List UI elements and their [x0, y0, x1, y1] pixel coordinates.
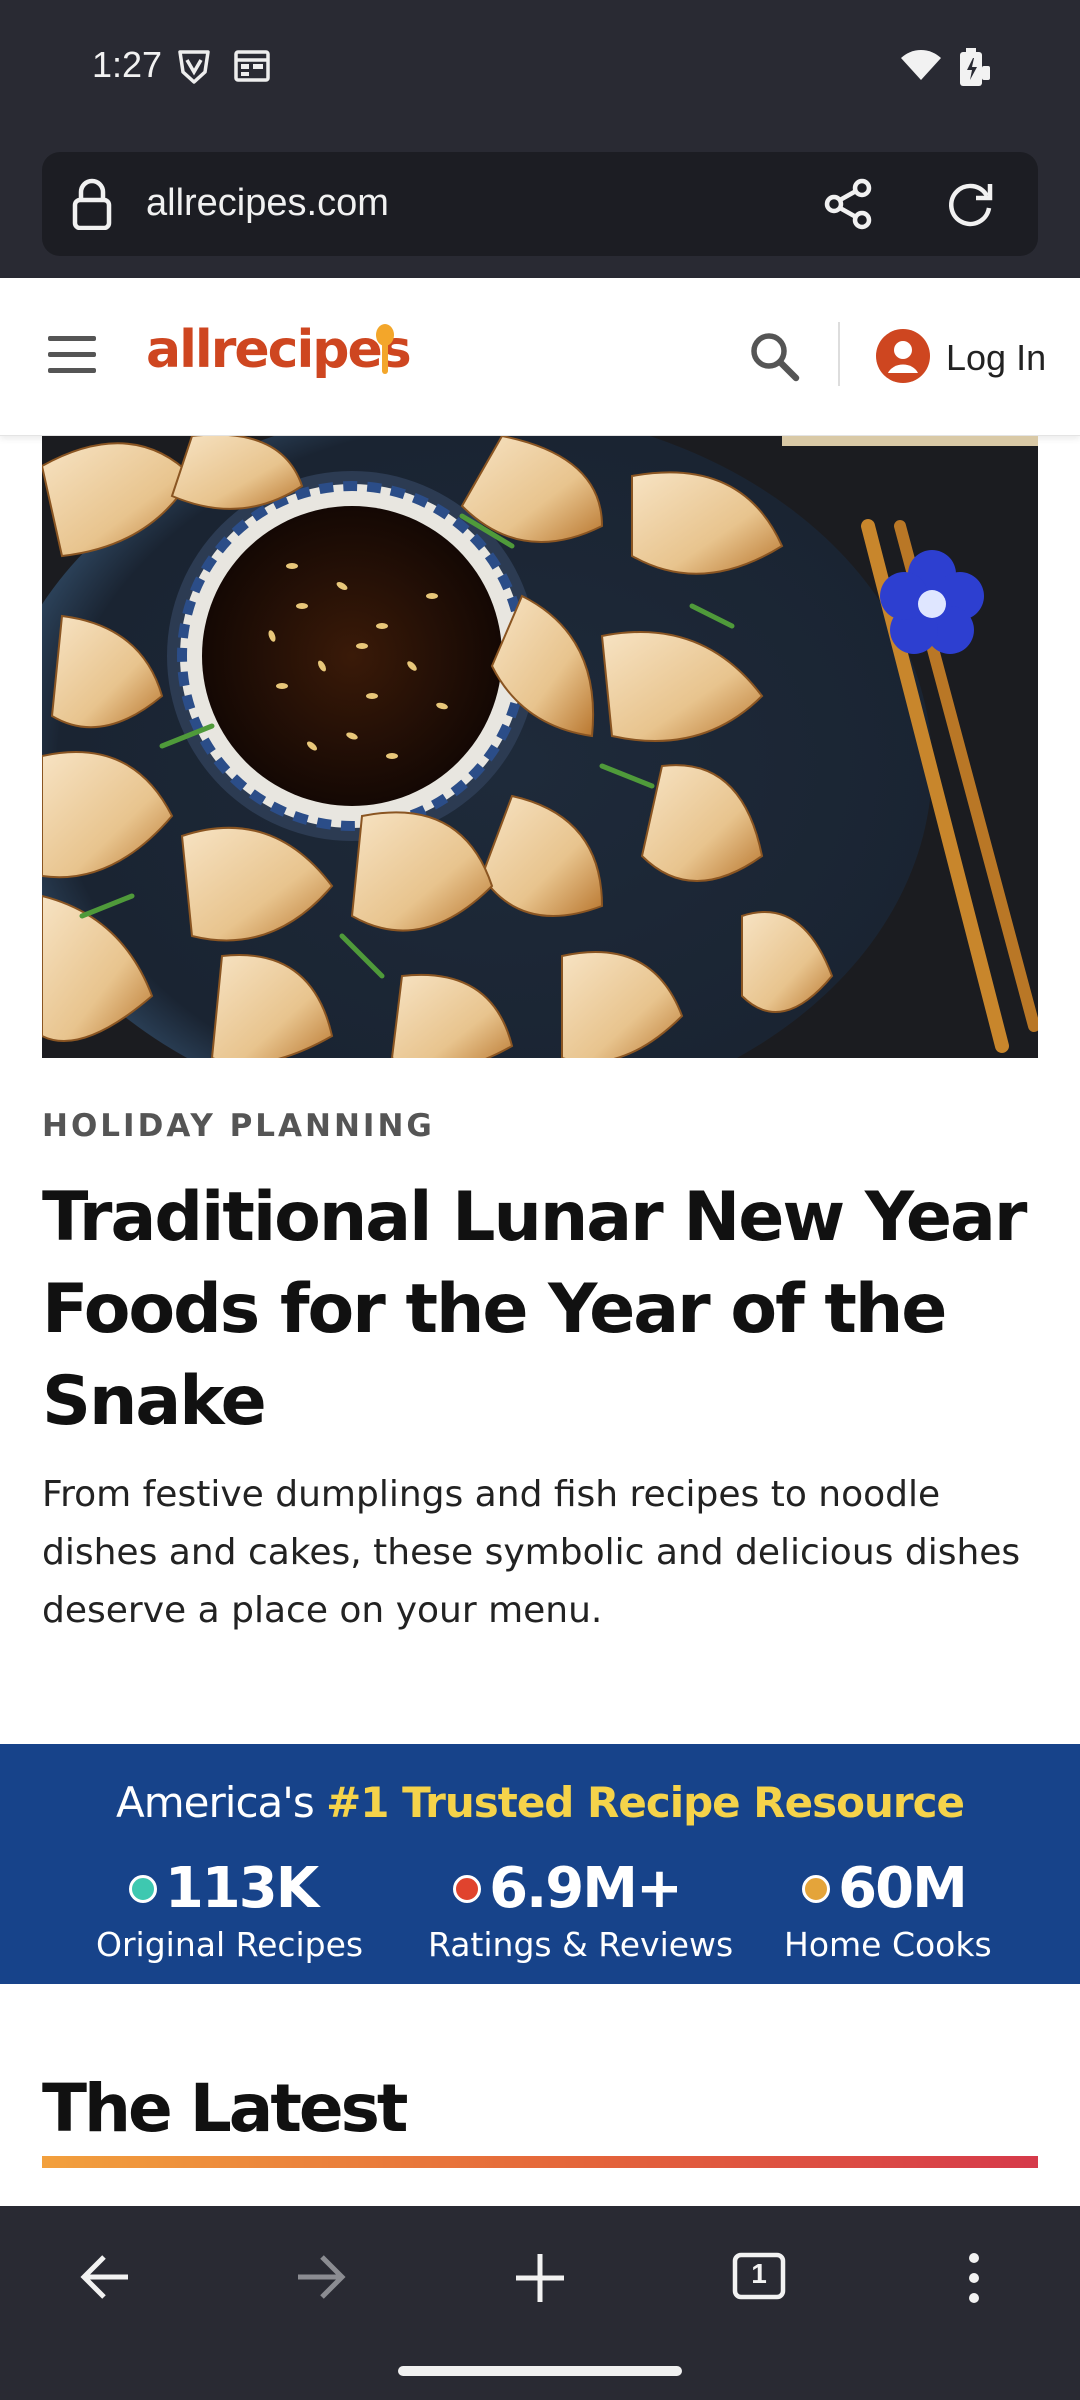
- vpn-shield-icon: [176, 48, 212, 90]
- browser-bottom-nav: 1: [0, 2206, 1080, 2400]
- search-icon[interactable]: [748, 330, 800, 386]
- article-headline[interactable]: Traditional Lunar New Year Foods for the…: [42, 1172, 1042, 1448]
- calendar-icon: [234, 48, 270, 86]
- status-time: 1:27: [92, 44, 163, 85]
- stat-dot-icon: [453, 1874, 482, 1903]
- back-arrow-icon[interactable]: [78, 2252, 132, 2306]
- menu-icon[interactable]: [48, 336, 98, 376]
- new-tab-icon[interactable]: [514, 2252, 566, 2308]
- reload-icon[interactable]: [944, 178, 996, 234]
- stat-label: Ratings & Reviews: [428, 1925, 734, 1964]
- trust-banner: America's #1 Trusted Recipe Resource 113…: [0, 1744, 1080, 1984]
- tab-switcher-icon[interactable]: 1: [732, 2252, 786, 2304]
- logo-spoon-icon: [374, 324, 396, 380]
- stat-dot-icon: [128, 1874, 157, 1903]
- wifi-icon: [900, 48, 942, 86]
- stat-value: 113K: [164, 1856, 319, 1921]
- url-text[interactable]: allrecipes.com: [146, 182, 389, 225]
- tab-count: 1: [751, 2258, 767, 2289]
- home-indicator[interactable]: [398, 2366, 682, 2376]
- stat-dot-icon: [802, 1874, 831, 1903]
- login-label: Log In: [946, 337, 1047, 378]
- status-bar: 1:27: [0, 0, 1080, 138]
- stat-label: Original Recipes: [96, 1925, 364, 1964]
- article-dek: From festive dumplings and fish recipes …: [42, 1474, 1021, 1631]
- login-button[interactable]: Log In: [876, 328, 1046, 388]
- stat-value: 6.9M+: [489, 1856, 683, 1921]
- article-kicker[interactable]: HOLIDAY PLANNING: [42, 1108, 435, 1144]
- lock-icon[interactable]: [72, 178, 112, 234]
- user-icon: [876, 329, 930, 387]
- section-underline: [42, 2156, 1038, 2168]
- stat-ratings-reviews: 6.9M+ Ratings & Reviews: [428, 1856, 734, 1964]
- trust-title: America's #1 Trusted Recipe Resource: [0, 1778, 1080, 1827]
- site-logo[interactable]: allrecipes: [146, 320, 412, 380]
- stat-original-recipes: 113K Original Recipes: [96, 1856, 364, 1964]
- browser-toolbar: allrecipes.com: [0, 138, 1080, 278]
- address-bar[interactable]: allrecipes.com: [42, 152, 1038, 256]
- stat-home-cooks: 60M Home Cooks: [784, 1856, 992, 1964]
- stat-label: Home Cooks: [784, 1925, 992, 1964]
- site-header: allrecipes Log In: [0, 278, 1080, 436]
- header-divider: [838, 322, 840, 386]
- trust-title-prefix: America's: [116, 1778, 327, 1827]
- more-vertical-icon[interactable]: [966, 2252, 982, 2308]
- section-title: The Latest: [42, 2070, 408, 2147]
- trust-title-highlight: #1 Trusted Recipe Resource: [326, 1778, 965, 1827]
- forward-arrow-icon[interactable]: [294, 2252, 348, 2306]
- stat-value: 60M: [838, 1856, 968, 1921]
- battery-charging-icon: [956, 48, 992, 92]
- hero-image[interactable]: [42, 436, 1038, 1058]
- share-icon[interactable]: [822, 178, 874, 234]
